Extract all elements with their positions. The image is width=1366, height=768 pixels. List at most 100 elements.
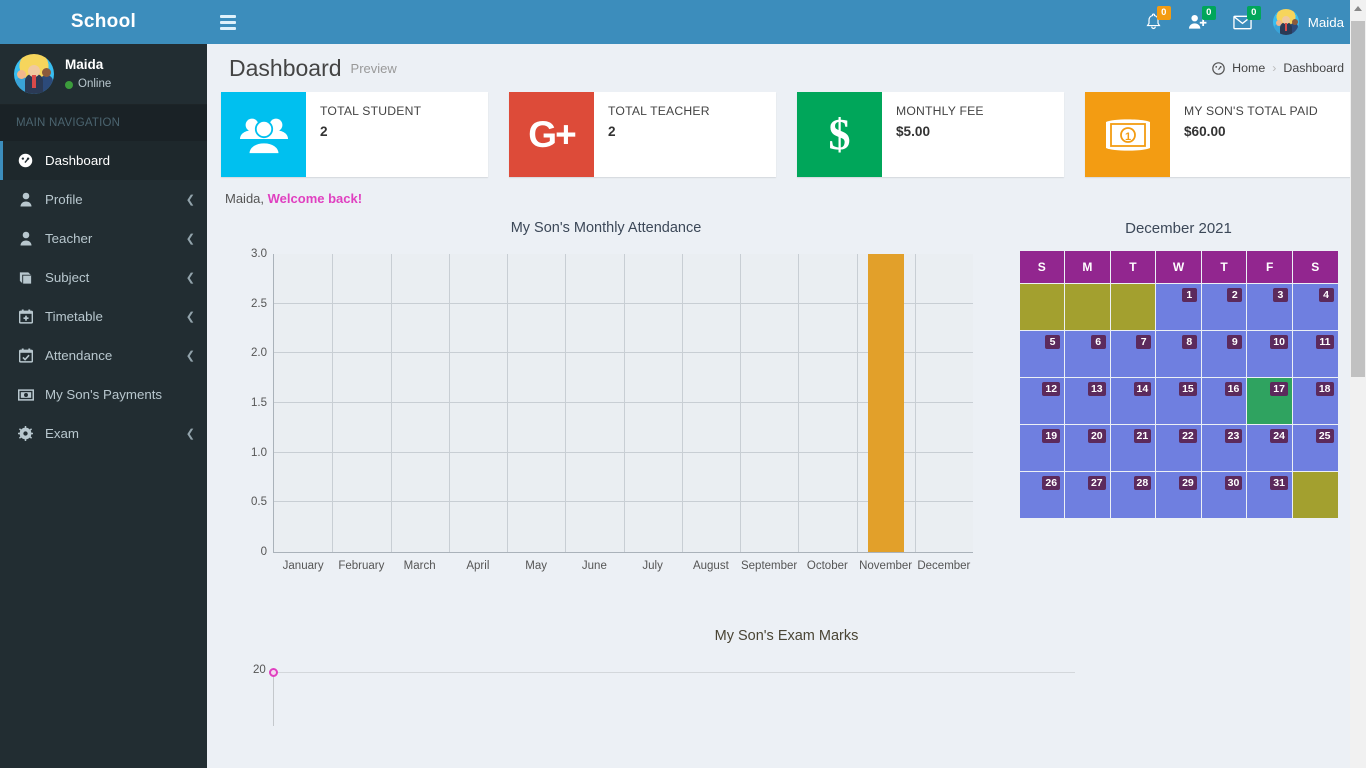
y-axis-tick: 0 <box>260 546 267 558</box>
calendar-weekday-header: T <box>1110 251 1156 283</box>
page-subtitle: Preview <box>350 60 397 76</box>
calendar-cell[interactable]: 22 <box>1156 425 1201 471</box>
stat-card-value: $60.00 <box>1184 124 1226 139</box>
page-title: Dashboard <box>229 54 342 81</box>
calendar-cell[interactable]: 6 <box>1065 331 1110 377</box>
sidebar-item-profile[interactable]: Profile ❮ <box>0 180 207 219</box>
x-axis-tick: October <box>806 560 848 572</box>
x-axis-tick: August <box>692 560 729 572</box>
menu-toggle-icon[interactable] <box>207 0 249 44</box>
calendar-cell[interactable]: 14 <box>1110 378 1156 424</box>
x-axis-tick: January <box>282 560 324 572</box>
calendar-cell[interactable]: 13 <box>1065 378 1110 424</box>
calendar-panel: December 2021 S M T W T F S 1 2 3 4 5 6 7 8 9 10 11 12 13 14… <box>991 214 1352 606</box>
sidebar-item-subject[interactable]: Subject ❮ <box>0 258 207 297</box>
avatar <box>14 54 54 94</box>
calendar-cell[interactable]: 24 <box>1247 425 1292 471</box>
online-dot-icon <box>65 80 73 89</box>
calendar-cell[interactable]: 9 <box>1201 331 1247 377</box>
calendar-weekday-header: S <box>1292 251 1338 283</box>
stat-card-value: 2 <box>320 124 328 139</box>
sidebar-user-status: Online <box>65 77 111 93</box>
page-scrollbar[interactable] <box>1350 0 1366 768</box>
breadcrumb-current: Dashboard <box>1283 61 1344 75</box>
attendance-chart-panel: My Son's Monthly Attendance 0 0.5 1.0 1.5 2.… <box>221 214 991 606</box>
messages-button[interactable]: 0 <box>1220 0 1265 44</box>
sidebar-item-label: Subject <box>45 270 90 285</box>
calendar-cell[interactable]: 1 <box>1156 284 1201 330</box>
calendar-cell[interactable]: 16 <box>1201 378 1247 424</box>
calendar-cell[interactable]: 27 <box>1065 472 1110 518</box>
sidebar-user-meta: Maida Online <box>65 56 111 93</box>
scrollbar-up-arrow-icon[interactable] <box>1350 0 1366 17</box>
calendar-cell[interactable]: 21 <box>1110 425 1156 471</box>
sidebar-item-label: Teacher <box>45 231 93 246</box>
calendar-cell[interactable]: 5 <box>1019 331 1065 377</box>
calendar-cell[interactable]: 31 <box>1247 472 1292 518</box>
charts-row: My Son's Monthly Attendance 0 0.5 1.0 1.5 2.… <box>221 210 1352 606</box>
gridline-vertical <box>856 254 858 552</box>
calendar-cell[interactable]: 10 <box>1247 331 1292 377</box>
calendar-cell[interactable]: 11 <box>1292 331 1338 377</box>
calendar-cell[interactable]: 23 <box>1201 425 1247 471</box>
calendar-cell[interactable]: 26 <box>1019 472 1065 518</box>
calendar-cell[interactable]: 8 <box>1156 331 1201 377</box>
calendar-day-number: 19 <box>1042 429 1061 443</box>
sidebar-user-name: Maida <box>65 56 104 72</box>
stat-card-value: $5.00 <box>896 124 931 139</box>
calendar-grid: S M T W T F S 1 2 3 4 5 6 7 8 9 10 11 12 13 14 15 16 17 18 19 20 21… <box>1019 251 1338 518</box>
calendar-day-number: 29 <box>1179 476 1197 490</box>
sidebar-item-dashboard[interactable]: Dashboard <box>0 141 207 180</box>
sidebar-item-attendance[interactable]: Attendance ❮ <box>0 336 207 375</box>
calendar-cell[interactable]: 29 <box>1156 472 1201 518</box>
calendar-cell[interactable]: 19 <box>1019 425 1065 471</box>
calendar-day-number: 16 <box>1224 382 1243 396</box>
calendar-day-number: 3 <box>1272 288 1288 302</box>
sidebar-user-panel[interactable]: Maida Online <box>0 44 207 105</box>
users-button[interactable]: 0 <box>1175 0 1220 44</box>
calendar-cell[interactable]: 7 <box>1110 331 1156 377</box>
calendar-day-number: 17 <box>1270 382 1288 396</box>
calendar-cell[interactable]: 28 <box>1110 472 1156 518</box>
bar-november[interactable] <box>867 254 904 552</box>
main-area: 0 0 0 Maida Dashboard Preview Home › Das… <box>207 0 1366 768</box>
content-header: Dashboard Preview Home › Dashboard <box>207 44 1366 92</box>
calendar-cell[interactable]: 20 <box>1065 425 1110 471</box>
calendar-cell[interactable]: 4 <box>1292 284 1338 330</box>
calendar-cell[interactable]: 2 <box>1201 284 1247 330</box>
y-axis-tick: 3.0 <box>251 248 267 260</box>
calendar-cell[interactable]: 25 <box>1292 425 1338 471</box>
stat-card[interactable]: TOTAL STUDENT 2 <box>221 92 488 177</box>
chevron-left-icon: ❮ <box>185 194 195 206</box>
user-menu[interactable]: Maida <box>1265 0 1354 44</box>
calendar-cell[interactable]: 18 <box>1292 378 1338 424</box>
chevron-left-icon: ❮ <box>185 233 195 245</box>
scrollbar-thumb[interactable] <box>1351 21 1365 377</box>
chevron-left-icon: ❮ <box>185 350 195 362</box>
calendar-cell[interactable]: 12 <box>1019 378 1065 424</box>
breadcrumb-home[interactable]: Home <box>1232 61 1265 75</box>
sidebar-item-timetable[interactable]: Timetable ❮ <box>0 297 207 336</box>
calendar-cell[interactable]: 30 <box>1201 472 1247 518</box>
calendar-cell[interactable]: 15 <box>1156 378 1201 424</box>
sidebar-item-my-son-s-payments[interactable]: My Son's Payments <box>0 375 207 414</box>
y-axis-tick: 1.5 <box>251 397 267 409</box>
calendar-cell[interactable]: 17 <box>1247 378 1292 424</box>
chevron-left-icon: ❮ <box>185 272 195 284</box>
notifications-button[interactable]: 0 <box>1132 0 1175 44</box>
breadcrumb-separator: › <box>1272 61 1277 75</box>
sidebar-item-label: Profile <box>45 192 83 207</box>
user-icon <box>17 192 34 207</box>
calendar-day-number: 1 <box>1181 288 1197 302</box>
gear-icon <box>17 426 34 441</box>
sidebar-item-exam[interactable]: Exam ❮ <box>0 414 207 453</box>
stat-card[interactable]: $ MONTHLY FEE $5.00 <box>797 92 1064 177</box>
brand-logo[interactable]: School <box>0 0 207 44</box>
stat-card[interactable]: G+ TOTAL TEACHER 2 <box>509 92 776 177</box>
calendar-plus-icon <box>17 309 34 324</box>
calendar-day-number: 18 <box>1315 382 1334 396</box>
calendar-cell[interactable]: 3 <box>1247 284 1292 330</box>
exam-marks-yaxis <box>273 672 274 726</box>
sidebar-item-teacher[interactable]: Teacher ❮ <box>0 219 207 258</box>
stat-card[interactable]: 1 MY SON'S TOTAL PAID $60.00 <box>1085 92 1352 177</box>
